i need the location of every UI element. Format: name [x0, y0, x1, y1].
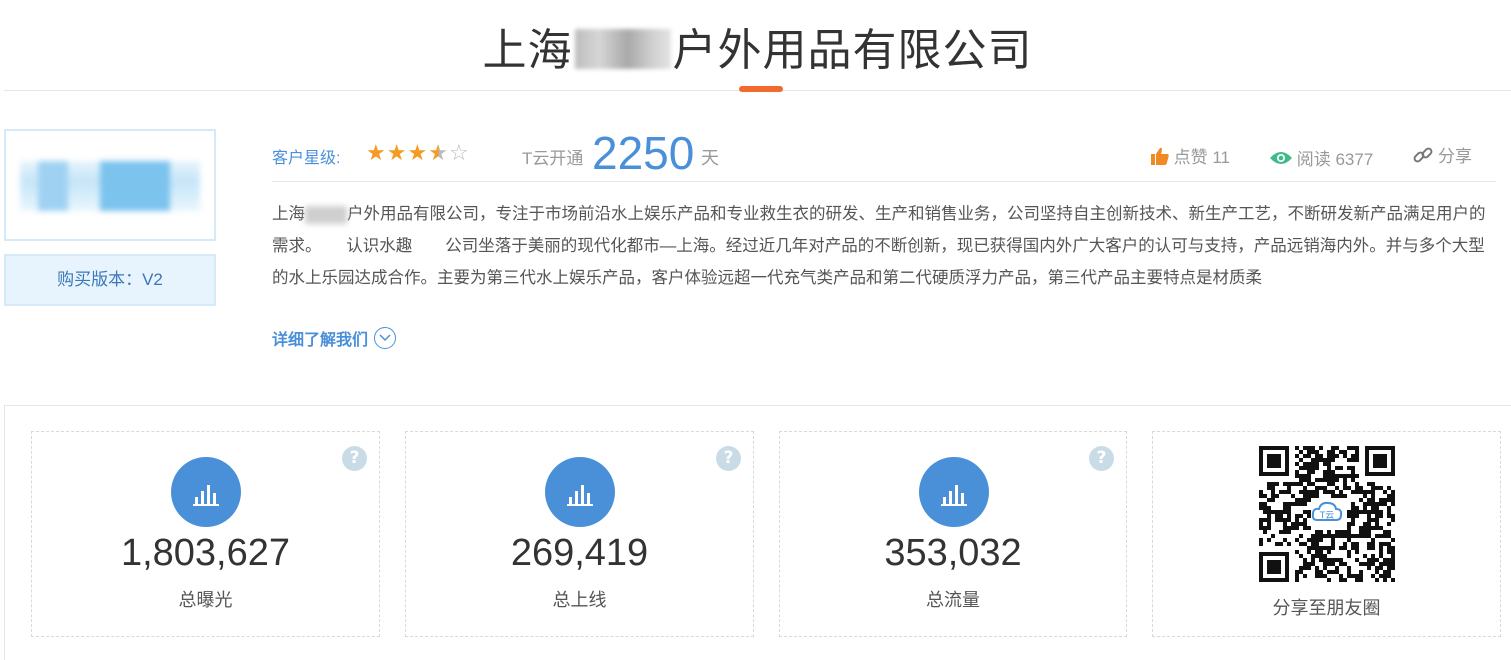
- company-title-prefix: 上海: [482, 25, 573, 76]
- rating-label: 客户星级:: [272, 150, 341, 167]
- link-icon: [1413, 147, 1433, 162]
- help-icon[interactable]: ?: [1089, 446, 1114, 471]
- share-moments-label: 分享至朋友圈: [1272, 598, 1381, 618]
- learn-more-link[interactable]: 详细了解我们: [272, 326, 397, 350]
- like-button[interactable]: 点赞 11: [1150, 143, 1230, 168]
- tyun-days: 2250: [592, 127, 695, 179]
- bar-chart-icon: [171, 457, 241, 527]
- half-star-icon: ★: [428, 140, 449, 165]
- bar-chart-icon: [919, 457, 989, 527]
- title-accent-bar: [739, 86, 783, 92]
- qr-code[interactable]: T云: [1257, 444, 1397, 584]
- tyun-unit: 天: [701, 148, 719, 168]
- stats-panel: ? 1,803,627 总曝光 ? 269,419 总上线 ? 353,032 …: [4, 405, 1511, 660]
- help-icon[interactable]: ?: [342, 446, 367, 471]
- redacted-name-blur: [574, 29, 671, 69]
- page-header: 上海 户外用品有限公司: [4, 0, 1511, 91]
- company-logo-image: [20, 161, 200, 211]
- learn-more-label: 详细了解我们: [272, 332, 369, 349]
- help-icon[interactable]: ?: [716, 446, 741, 471]
- stat-label: 总流量: [926, 590, 980, 610]
- company-title-suffix: 户外用品有限公司: [672, 25, 1033, 76]
- qr-center-label: T云: [1319, 511, 1335, 521]
- stat-value: 353,032: [884, 532, 1022, 574]
- thumbs-up-icon: [1150, 147, 1169, 165]
- star-icon: ★: [386, 140, 408, 165]
- stat-value: 1,803,627: [120, 532, 291, 574]
- read-label: 阅读 6377: [1296, 150, 1374, 169]
- stat-label: 总上线: [552, 590, 607, 610]
- stat-card-online: ? 269,419 总上线: [405, 431, 754, 637]
- share-button[interactable]: 分享: [1412, 142, 1472, 167]
- share-card: T云 分享至朋友圈: [1152, 431, 1501, 637]
- company-description: 上海 户外用品有限公司，专注于市场前沿水上娱乐产品和专业救生衣的研发、生产和销售业…: [272, 198, 1496, 294]
- like-label: 点赞 11: [1173, 148, 1230, 167]
- company-title: 上海 户外用品有限公司: [4, 14, 1511, 78]
- star-icon: ★: [366, 140, 387, 165]
- version-badge: 购买版本：V2: [4, 254, 216, 306]
- chevron-down-icon: [374, 327, 397, 349]
- stat-card-traffic: ? 353,032 总流量: [779, 431, 1127, 637]
- info-row: 客户星级: ★★★★☆ T云开通 2250 天 点赞 11 阅读 6377 分享: [272, 126, 1496, 182]
- star-rating: ★★★★☆: [366, 140, 470, 166]
- bar-chart-icon: [545, 457, 615, 527]
- empty-star-icon: ☆: [448, 140, 470, 165]
- tyun-label: T云开通: [522, 149, 584, 168]
- company-logo: [4, 129, 216, 241]
- action-bar: 点赞 11 阅读 6377 分享: [1116, 142, 1472, 171]
- share-label: 分享: [1438, 147, 1472, 166]
- star-icon: ★: [407, 140, 429, 165]
- qr-code-image: T云: [1257, 444, 1397, 584]
- read-count: 阅读 6377: [1269, 145, 1374, 170]
- desc-part2: 户外用品有限公司，专注于市场前沿水上娱乐产品和专业救生衣的研发、生产和销售业务，…: [272, 205, 1486, 287]
- redacted-desc-blur: [305, 205, 347, 224]
- stat-label: 总曝光: [178, 590, 233, 610]
- desc-part1: 上海: [272, 205, 305, 223]
- stat-value: 269,419: [510, 532, 649, 574]
- eye-icon: [1269, 151, 1292, 164]
- stat-card-exposure: ? 1,803,627 总曝光: [31, 431, 380, 637]
